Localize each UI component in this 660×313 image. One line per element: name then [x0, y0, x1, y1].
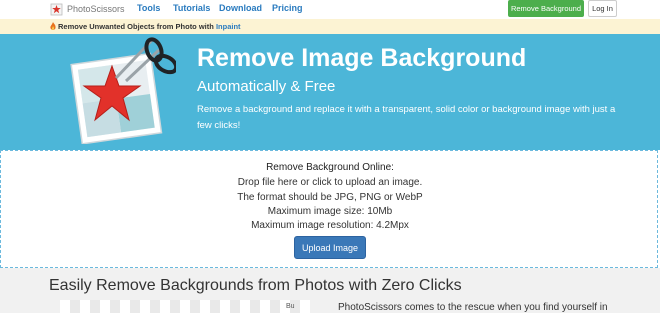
fire-icon [50, 22, 56, 30]
upload-image-button[interactable]: Upload Image [294, 236, 366, 259]
promo-text: Remove Unwanted Objects from Photo with … [58, 22, 241, 31]
upload-title: Remove Background Online: [266, 162, 394, 173]
upload-instruction: Drop file here or click to upload an ima… [237, 177, 423, 188]
top-navigation: PhotoScissors Tools Tutorials Download P… [0, 0, 660, 18]
hero-subtitle: Automatically & Free [197, 78, 336, 95]
upload-format-info: The format should be JPG, PNG or WebP [237, 192, 423, 203]
nav-link-tutorials[interactable]: Tutorials [173, 3, 210, 13]
logo[interactable]: PhotoScissors [50, 0, 125, 18]
section-title: Easily Remove Backgrounds from Photos wi… [49, 277, 462, 294]
scissors-logo-icon [50, 3, 63, 15]
section-text: PhotoScissors comes to the rescue when y… [338, 302, 608, 313]
remove-background-button[interactable]: Remove Background [508, 0, 584, 17]
upload-size-info: Maximum image size: 10Mb [267, 206, 393, 217]
hero-title: Remove Image Background [197, 44, 527, 72]
upload-resolution-info: Maximum image resolution: 4.2Mpx [251, 220, 409, 231]
hero-description: Remove a background and replace it with … [197, 104, 616, 131]
thumbnail-label: Bu [286, 303, 295, 310]
promo-inpaint-link[interactable]: Inpaint [216, 22, 241, 31]
hero-banner: Remove Image Background Automatically & … [0, 34, 660, 150]
nav-link-pricing[interactable]: Pricing [272, 3, 303, 13]
promo-message: Remove Unwanted Objects from Photo with [58, 22, 214, 31]
hero-illustration [70, 36, 176, 144]
nav-link-tools[interactable]: Tools [137, 3, 160, 13]
nav-link-download[interactable]: Download [219, 3, 262, 13]
login-button[interactable]: Log In [588, 0, 617, 17]
example-thumbnail [60, 300, 310, 313]
promo-bar: Remove Unwanted Objects from Photo with … [0, 19, 660, 34]
logo-text: PhotoScissors [67, 4, 125, 14]
